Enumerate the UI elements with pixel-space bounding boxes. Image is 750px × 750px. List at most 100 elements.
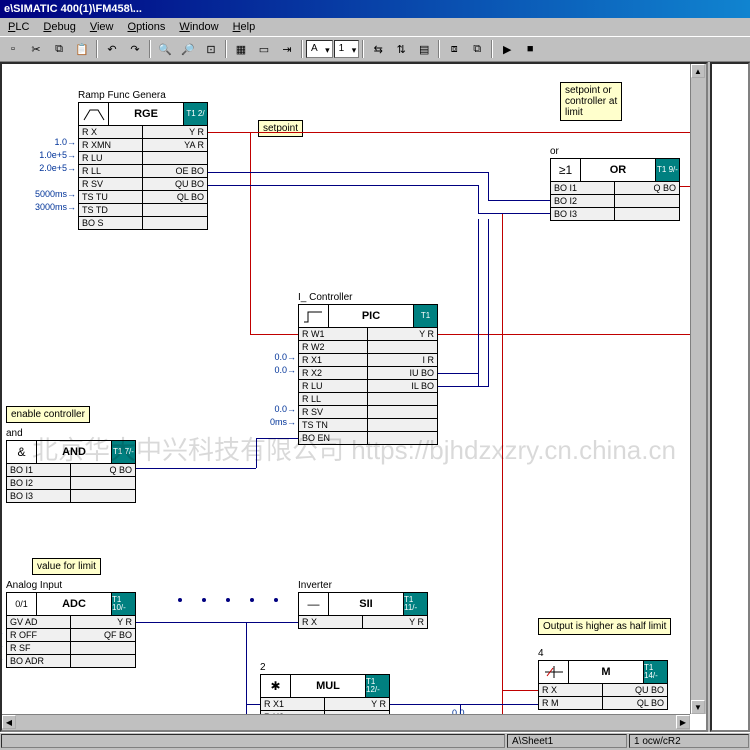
tb-layout-icon[interactable]: ▤ [413,39,435,59]
pin-left: GV AD [7,616,71,628]
block-or[interactable]: or ≥1 OR T1 9/- BO I1Q BOBO I2BO I3 [550,146,680,221]
scrollbar-horizontal[interactable]: ◀ ▶ [2,714,690,730]
pin-left: R LL [79,165,143,177]
block-tag: T1 12/- [365,675,389,697]
pin-row: BO ADR [7,654,135,667]
tb-stop-icon[interactable]: ■ [519,39,541,59]
block-adc[interactable]: Analog Input 0/1 ADC T1 10/- GV ADY RR O… [6,580,136,668]
wire [250,334,298,335]
block-title: 2 [260,662,390,674]
wire [136,468,256,469]
tb-arrange-icon[interactable]: ⇅ [390,39,412,59]
pin-right [71,655,135,667]
wire [478,219,479,387]
tb-copy-icon[interactable]: ⧉ [48,39,70,59]
tb-paste-icon[interactable]: 📋 [71,39,93,59]
diagram-canvas[interactable]: Ramp Func Genera RGE T1 2/ R XY RR XMNYA… [0,62,708,732]
pin-left: BO I3 [7,490,71,502]
pin-left: BO I2 [551,195,615,207]
pin-row: R X1I R [299,353,437,366]
block-pic[interactable]: I_ Controller PIC T1 R W1Y RR W2R X1I RR… [298,292,438,445]
pin-row: BO I2 [551,194,679,207]
tb-redo-icon[interactable]: ↷ [124,39,146,59]
toolbar: ▫ ✂ ⧉ 📋 ↶ ↷ 🔍 🔎 ⊡ ▦ ▭ ⇥ A 1 ⇆ ⇅ ▤ ⧈ ⧉ ▶ … [0,36,750,62]
block-rge[interactable]: Ramp Func Genera RGE T1 2/ R XY RR XMNYA… [78,90,208,230]
connection-dot [274,598,278,602]
tb-sep [438,40,440,58]
menu-window[interactable]: Window [173,20,224,34]
scroll-up-icon[interactable]: ▲ [691,64,705,78]
pin-right: QL BO [603,697,667,709]
pin-row: R XY R [299,615,427,628]
pin-left: R SF [7,642,71,654]
pin-left: R X2 [299,367,368,379]
tb-undo-icon[interactable]: ↶ [101,39,123,59]
tb-block-icon[interactable]: ▭ [253,39,275,59]
block-cmp[interactable]: 4 M T1 14/- R XQU BOR MQL BO [538,648,668,710]
wire [488,200,550,201]
scroll-left-icon[interactable]: ◀ [2,715,16,729]
menu-plc[interactable]: PPLCLC [2,20,35,34]
pin-row: BO S [79,216,207,229]
scrollbar-vertical[interactable]: ▲ ▼ [690,64,706,714]
block-name: ADC [37,593,111,615]
menubar: PPLCLC Debug View Options Window Help [0,18,750,36]
tb-zoomin-icon[interactable]: 🔎 [177,39,199,59]
pin-row: R SV [299,405,437,418]
tb-grid-icon[interactable]: ▦ [230,39,252,59]
statusbar: A\Sheet1 1 ocw/cR2 [0,732,750,750]
scroll-down-icon[interactable]: ▼ [691,700,705,714]
tb-run-icon[interactable]: ▶ [496,39,518,59]
pin-left: R LU [79,152,143,164]
pin-value: 0.0→ [0,627,4,637]
menu-help[interactable]: Help [227,20,262,34]
wire [246,704,260,705]
comment-setpoint-ctrl: setpoint or controller at limit [560,82,622,121]
wire [460,704,538,705]
tb-new-icon[interactable]: ▫ [2,39,24,59]
block-inv[interactable]: Inverter — SII T1 11/- R XY R [298,580,428,629]
wire [478,213,550,214]
tb-win1-icon[interactable]: ⧈ [443,39,465,59]
pin-right [143,152,207,164]
pin-left: BO I2 [7,477,71,489]
tb-link-icon[interactable]: ⇥ [276,39,298,59]
pin-row: BO I3 [551,207,679,220]
status-left [1,734,505,748]
wire [488,172,489,200]
block-and[interactable]: and & AND T1 7/- BO I1Q BOBO I2BO I3 [6,428,136,503]
pin-right: Q BO [71,464,135,476]
menu-view[interactable]: View [84,20,120,34]
pin-right: OE BO [143,165,207,177]
pin-row: R XMNYA R [79,138,207,151]
pin-row: BO I3 [7,489,135,502]
block-title: I_ Controller [298,292,438,304]
block-name: OR [581,159,655,181]
ramp-icon [79,103,109,125]
connection-dot [178,598,182,602]
pin-left: BO EN [299,432,368,444]
pin-right [368,393,437,405]
pin-value: 0.0→ [274,365,296,375]
tb-zoomout-icon[interactable]: 🔍 [154,39,176,59]
menu-debug[interactable]: Debug [37,20,81,34]
pin-left: R W2 [299,341,368,353]
scroll-right-icon[interactable]: ▶ [676,715,690,729]
tb-combo-1[interactable]: 1 [334,40,360,58]
tb-cut-icon[interactable]: ✂ [25,39,47,59]
pin-row: R SF [7,641,135,654]
compare-icon [539,661,569,683]
tb-zoom100-icon[interactable]: ⊡ [200,39,222,59]
tb-combo-a[interactable]: A [306,40,333,58]
block-title: Analog Input [6,580,136,592]
pin-right: QF BO [71,629,135,641]
wire [502,214,503,714]
tb-align-icon[interactable]: ⇆ [367,39,389,59]
tb-win2-icon[interactable]: ⧉ [466,39,488,59]
status-right: 1 ocw/cR2 [629,734,749,748]
pin-left: BO ADR [7,655,71,667]
comment-value-limit: value for limit [32,558,101,575]
menu-options[interactable]: Options [122,20,172,34]
pin-left: R X1 [299,354,368,366]
block-tag: T1 10/- [111,593,135,615]
